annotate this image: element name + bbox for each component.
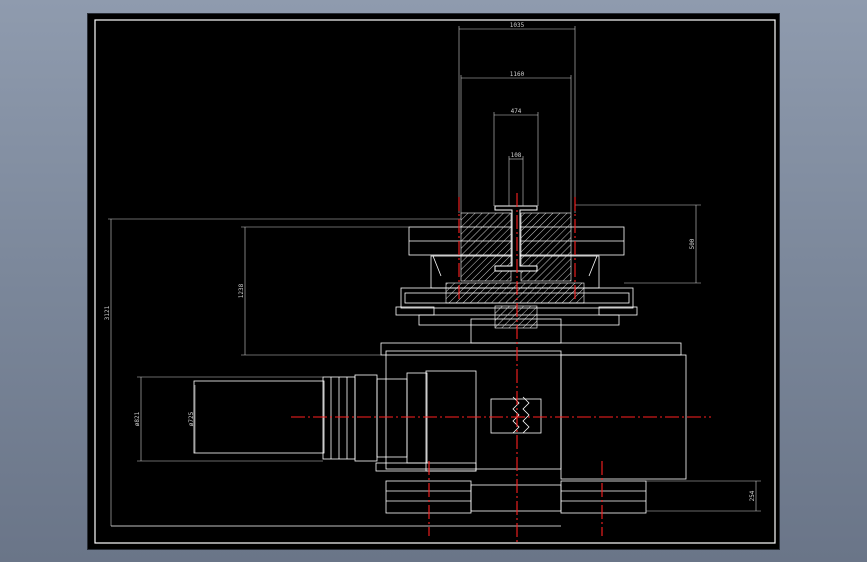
dim-right-disc: 500 (689, 238, 696, 249)
dim-left-overall: 3121 (104, 305, 111, 320)
cad-drawing: 1035 1160 474 108 3121 1238 ø821 ø725 50… (94, 19, 776, 544)
drawing-border (94, 19, 776, 544)
geometry (111, 226, 687, 527)
right-base-foot (560, 480, 647, 514)
dim-motor-outer: ø821 (134, 411, 141, 426)
dim-top-outer: 1035 (510, 22, 525, 29)
dimension-lines (108, 26, 761, 526)
dim-left-upper: 1238 (238, 283, 245, 298)
dim-top-shaft: 108 (511, 152, 522, 159)
dim-right-base: 254 (749, 490, 756, 501)
dim-top-inner: 474 (511, 108, 522, 115)
drawing-sheet: 1035 1160 474 108 3121 1238 ø821 ø725 50… (87, 13, 780, 550)
dim-top-mid: 1160 (510, 71, 525, 78)
dim-motor-inner: ø725 (188, 411, 195, 426)
gearbox-body (385, 350, 562, 470)
dimension-labels: 1035 1160 474 108 3121 1238 ø821 ø725 50… (104, 22, 756, 501)
